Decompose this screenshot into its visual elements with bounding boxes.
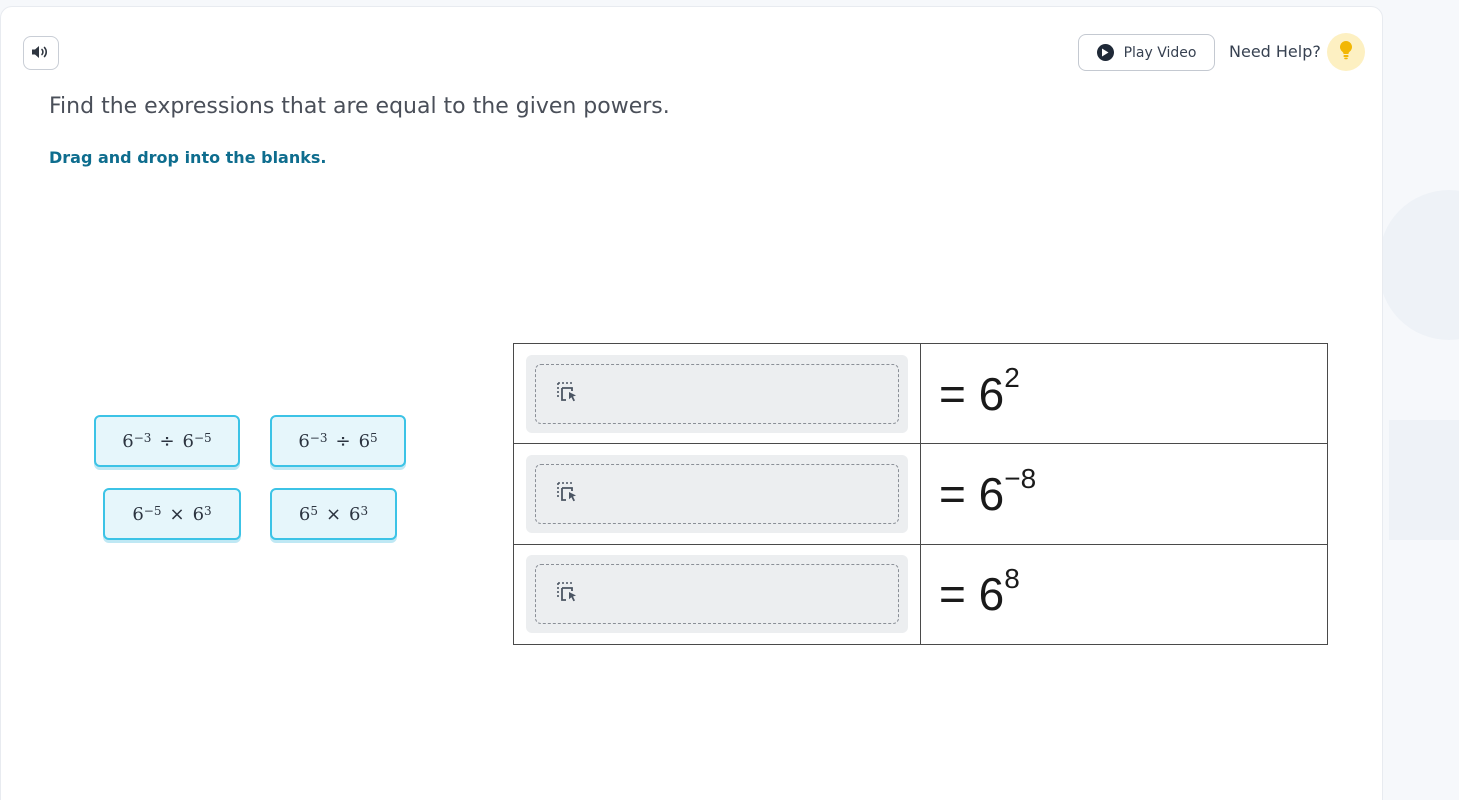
chip-operator: ÷ [159,430,175,452]
table-row: = 68 [513,543,1328,646]
chip-exponent: −5 [194,431,212,445]
answer-chip[interactable]: 6 −3 ÷ 6 −5 [94,415,240,467]
drag-drop-icon [554,479,580,509]
play-video-button[interactable]: Play Video [1078,34,1215,71]
power-base: 6 [978,467,1005,520]
target-power: = 6−8 [920,443,1328,545]
drop-zone[interactable] [535,363,899,424]
speaker-icon [31,44,51,63]
play-video-label: Play Video [1123,44,1197,61]
chip-operator: × [325,503,342,525]
drop-well [526,555,908,634]
chip-operator: ÷ [335,430,351,452]
drop-zone[interactable] [535,463,899,524]
chip-base: 6 [182,430,194,452]
chip-exponent: −3 [309,431,328,445]
blank-cell [513,342,921,445]
power-base: 6 [978,568,1005,621]
table-row: = 6−8 [513,443,1328,545]
chip-exponent: −3 [133,431,152,445]
lightbulb-icon [1339,40,1353,64]
play-icon [1096,44,1114,61]
chip-base: 6 [132,503,144,525]
drag-drop-icon [554,379,580,409]
chip-exponent: 3 [360,504,369,518]
chip-base: 6 [298,503,311,525]
equals-sign: = [939,467,979,520]
background-shape [1389,420,1459,540]
question-card: Play Video Need Help? Find the expressio… [0,6,1383,800]
chip-base: 6 [358,430,371,452]
chip-base: 6 [192,503,205,525]
table-row: = 62 [513,342,1328,445]
chip-exponent: −5 [143,504,162,518]
power-base: 6 [978,367,1005,420]
blank-cell [513,543,921,646]
chip-exponent: 3 [204,504,212,518]
target-power: = 68 [920,543,1328,646]
blank-cell [513,443,921,545]
power-exponent: −8 [1004,462,1037,494]
read-aloud-button[interactable] [23,36,59,70]
power-exponent: 2 [1004,362,1020,394]
chip-base: 6 [122,430,134,452]
need-help-link[interactable]: Need Help? [1229,42,1321,61]
equals-sign: = [939,568,979,621]
chip-exponent: 5 [370,431,378,445]
instruction-text: Drag and drop into the blanks. [49,148,327,167]
answer-chip[interactable]: 65 × 63 [270,488,397,540]
drop-well [526,454,908,533]
matching-table: = 62 = 6−8 = 68 [513,342,1328,646]
answer-chip[interactable]: 6 −3 ÷ 65 [270,415,406,467]
chip-base: 6 [298,430,310,452]
question-prompt: Find the expressions that are equal to t… [49,94,670,119]
chip-operator: × [169,503,185,525]
drop-zone[interactable] [535,564,899,625]
chip-exponent: 5 [310,504,318,518]
equals-sign: = [939,367,979,420]
power-exponent: 8 [1004,563,1020,594]
answer-chip[interactable]: 6 −5 × 63 [103,488,241,540]
drop-well [526,354,908,433]
background-shape [1379,190,1459,340]
target-power: = 62 [920,342,1328,445]
hint-button[interactable] [1327,33,1365,71]
drag-drop-icon [554,579,580,609]
chip-base: 6 [349,503,361,525]
